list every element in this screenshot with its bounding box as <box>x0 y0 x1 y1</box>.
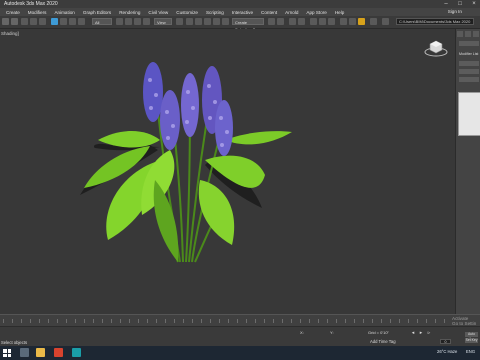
bind-space-warp-icon[interactable] <box>39 18 46 25</box>
set-key-button[interactable]: Set Key <box>465 338 478 343</box>
menu-civil-view[interactable]: Civil View <box>148 10 168 15</box>
reference-coord-dropdown[interactable]: View <box>154 18 172 25</box>
modify-tab-icon[interactable] <box>465 31 471 37</box>
viewcube-icon[interactable] <box>424 36 448 58</box>
show-end-result-icon[interactable] <box>459 69 479 74</box>
add-time-tag-button[interactable]: Add Time Tag <box>370 339 396 344</box>
viewport-label[interactable]: Shading] <box>1 31 19 36</box>
language-indicator[interactable]: ENG <box>466 349 475 354</box>
menu-graph-editors[interactable]: Graph Editors <box>83 10 111 15</box>
sign-in-link[interactable]: Sign In <box>448 9 462 14</box>
unlink-icon[interactable] <box>30 18 37 25</box>
menu-create[interactable]: Create <box>6 10 20 15</box>
menu-help[interactable]: Help <box>335 10 344 15</box>
workspaces-icon[interactable] <box>370 18 377 25</box>
command-panel <box>456 29 480 314</box>
rect-selection-icon[interactable] <box>69 18 76 25</box>
rendered-frame-window-icon[interactable] <box>349 18 356 25</box>
weather-widget[interactable]: 26°C Haze <box>437 349 457 354</box>
leaf <box>153 180 179 262</box>
3ds-max-taskbar-icon[interactable] <box>72 348 81 357</box>
menu-app-store[interactable]: App Store <box>306 10 326 15</box>
coord-x-label: X: <box>300 330 304 335</box>
rotate-icon[interactable] <box>125 18 132 25</box>
menu-interactive[interactable]: Interactive <box>232 10 253 15</box>
select-by-name-icon[interactable] <box>60 18 67 25</box>
status-bar <box>0 326 480 347</box>
render-production-icon[interactable] <box>358 18 365 25</box>
auto-key-button[interactable]: Auto Key <box>465 332 478 341</box>
window-controls: – □ × <box>442 0 478 8</box>
selection-filter-dropdown[interactable]: All <box>92 18 112 25</box>
menu-modifiers[interactable]: Modifiers <box>28 10 47 15</box>
make-unique-icon[interactable] <box>459 77 479 82</box>
schematic-view-icon[interactable] <box>319 18 326 25</box>
percent-snap-icon[interactable] <box>222 18 229 25</box>
prev-frame-icon[interactable]: ◂ <box>410 330 416 336</box>
mirror-icon[interactable] <box>268 18 275 25</box>
menu-scripting[interactable]: Scripting <box>206 10 224 15</box>
render-setup-icon[interactable] <box>340 18 347 25</box>
angle-snap-icon[interactable] <box>213 18 220 25</box>
scale-icon[interactable] <box>134 18 141 25</box>
menu-animation[interactable]: Animation <box>54 10 74 15</box>
menu-customize[interactable]: Customize <box>176 10 198 15</box>
undo-icon[interactable] <box>2 18 9 25</box>
pin-stack-icon[interactable] <box>459 61 479 66</box>
hierarchy-tab-icon[interactable] <box>473 31 479 37</box>
scene-explorer-icon[interactable] <box>289 18 296 25</box>
prompt-line: Select objects <box>1 340 28 345</box>
activation-watermark: Activate Go to Settin <box>452 316 476 326</box>
window-title: Autodesk 3ds Max 2020 <box>4 1 58 7</box>
leaf <box>198 180 235 245</box>
next-frame-icon[interactable]: ▹ <box>426 330 432 336</box>
minimize-icon[interactable]: – <box>442 0 450 8</box>
plant-model[interactable] <box>0 29 455 314</box>
redo-icon[interactable] <box>11 18 18 25</box>
named-selection-set-dropdown[interactable]: Create Selection Se <box>232 18 264 32</box>
perspective-viewport[interactable] <box>0 29 455 314</box>
modifier-list-dropdown[interactable]: Modifier List <box>459 52 478 56</box>
curve-editor-icon[interactable] <box>310 18 317 25</box>
select-object-icon[interactable] <box>51 18 58 25</box>
snap-toggle-icon[interactable] <box>204 18 211 25</box>
link-icon[interactable] <box>21 18 28 25</box>
app-icon-red[interactable] <box>54 348 63 357</box>
maximize-icon[interactable]: □ <box>456 0 464 8</box>
pivot-center-icon[interactable] <box>176 18 183 25</box>
close-icon[interactable]: × <box>470 0 478 8</box>
modifier-stack-list[interactable] <box>458 92 480 136</box>
windows-start-icon[interactable] <box>3 349 11 357</box>
title-bar: Autodesk 3ds Max 2020 – □ × <box>0 0 480 8</box>
grid-size: Grid = 0'10" <box>368 330 389 335</box>
layer-explorer-icon[interactable] <box>298 18 305 25</box>
align-icon[interactable] <box>277 18 284 25</box>
menu-rendering[interactable]: Rendering <box>119 10 140 15</box>
window-crossing-icon[interactable] <box>78 18 85 25</box>
leaf <box>225 131 292 145</box>
object-name-field[interactable] <box>459 41 479 46</box>
create-tab-icon[interactable] <box>457 31 463 37</box>
keyboard-shortcut-icon[interactable] <box>195 18 202 25</box>
move-icon[interactable] <box>116 18 123 25</box>
file-explorer-icon[interactable] <box>36 348 45 357</box>
material-editor-icon[interactable] <box>328 18 335 25</box>
timeline-ticks <box>3 319 453 323</box>
select-manipulate-icon[interactable] <box>186 18 193 25</box>
placement-icon[interactable] <box>143 18 150 25</box>
project-folder-icon[interactable] <box>382 18 389 25</box>
play-icon[interactable]: ▸ <box>418 330 424 336</box>
menu-bar: Create Modifiers Animation Graph Editors… <box>0 8 480 16</box>
menu-content[interactable]: Content <box>261 10 277 15</box>
current-frame-field[interactable]: 0 <box>440 339 451 344</box>
project-path-field[interactable]: C:\Users\BIM\Documents\3ds Max 2020 <box>396 18 474 25</box>
coord-y-label: Y: <box>330 330 334 335</box>
menu-arnold[interactable]: Arnold <box>285 10 298 15</box>
search-icon[interactable] <box>20 348 29 357</box>
